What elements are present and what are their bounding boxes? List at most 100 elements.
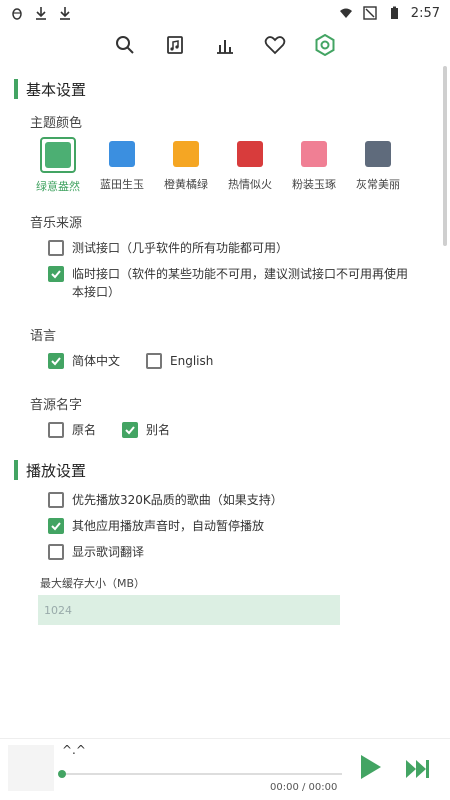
play-icon bbox=[361, 755, 381, 779]
checkbox[interactable] bbox=[48, 544, 64, 560]
section-accent-bar bbox=[14, 79, 18, 99]
theme-option-blue[interactable]: 蓝田生玉 bbox=[90, 137, 154, 194]
theme-swatch-frame bbox=[169, 137, 203, 171]
download-icon bbox=[36, 7, 46, 20]
album-art[interactable] bbox=[8, 745, 54, 791]
language-zh-option[interactable]: 简体中文 bbox=[48, 352, 120, 370]
source-name-original-option[interactable]: 原名 bbox=[48, 421, 96, 439]
option-label: 简体中文 bbox=[72, 354, 121, 368]
source-name-label: 音源名字 bbox=[30, 398, 83, 413]
theme-label: 粉装玉琢 bbox=[292, 178, 336, 191]
auto-pause-option[interactable]: 其他应用播放声音时，自动暂停播放 bbox=[48, 517, 418, 535]
theme-option-red[interactable]: 热情似火 bbox=[218, 137, 282, 194]
basic-settings-header: 基本设置 bbox=[14, 76, 450, 102]
theme-option-gray[interactable]: 灰常美丽 bbox=[346, 137, 410, 194]
check-icon bbox=[51, 270, 61, 279]
mini-player: ^.^ 00:00 / 00:00 bbox=[0, 738, 450, 800]
option-label: 别名 bbox=[146, 423, 171, 437]
language-en-option[interactable]: English bbox=[146, 352, 213, 370]
checkbox-checked[interactable] bbox=[48, 353, 64, 369]
search-icon bbox=[116, 36, 134, 54]
theme-swatch bbox=[173, 141, 199, 167]
source-name-options: 原名 别名 bbox=[48, 421, 450, 439]
theme-swatch bbox=[45, 142, 71, 168]
theme-swatch-frame bbox=[105, 137, 139, 171]
playback-time: 00:00 / 00:00 bbox=[270, 782, 338, 793]
section-title: 基本设置 bbox=[26, 80, 87, 99]
battery-icon bbox=[390, 6, 398, 19]
check-icon bbox=[51, 357, 61, 366]
checkbox-checked[interactable] bbox=[48, 518, 64, 534]
settings-button[interactable] bbox=[312, 32, 338, 58]
settings-icon bbox=[315, 34, 335, 56]
progress-handle[interactable] bbox=[58, 770, 66, 778]
section-title: 播放设置 bbox=[26, 461, 87, 480]
scrollbar[interactable] bbox=[443, 66, 447, 246]
checkbox[interactable] bbox=[48, 422, 64, 438]
progress-bar[interactable] bbox=[62, 773, 342, 775]
theme-swatch bbox=[301, 141, 327, 167]
theme-label: 热情似火 bbox=[228, 178, 272, 191]
checkbox[interactable] bbox=[146, 353, 163, 369]
theme-label: 蓝田生玉 bbox=[100, 178, 144, 191]
theme-swatch-frame bbox=[297, 137, 331, 171]
option-label: 原名 bbox=[72, 423, 97, 437]
source-name-alias-option[interactable]: 别名 bbox=[122, 421, 170, 439]
option-label: 优先播放320K品质的歌曲（如果支持） bbox=[72, 493, 283, 507]
play-320k-option[interactable]: 优先播放320K品质的歌曲（如果支持） bbox=[48, 491, 418, 509]
checkbox[interactable] bbox=[48, 492, 64, 508]
theme-label: 灰常美丽 bbox=[356, 178, 400, 191]
leaderboard-button[interactable] bbox=[212, 32, 238, 58]
theme-swatch-frame bbox=[233, 137, 267, 171]
download-icon bbox=[60, 7, 70, 20]
option-label: 显示歌词翻译 bbox=[72, 545, 145, 559]
option-label: 测试接口（几乎软件的所有功能都可用） bbox=[72, 241, 289, 255]
language-label: 语言 bbox=[30, 329, 57, 344]
checkbox-checked[interactable] bbox=[122, 422, 139, 438]
checkbox-checked[interactable] bbox=[48, 266, 64, 282]
play-settings-header: 播放设置 bbox=[14, 457, 450, 483]
music-source-temp-option[interactable]: 临时接口（软件的某些功能不可用，建议测试接口不可用再使用本接口） bbox=[48, 265, 418, 301]
language-options: 简体中文 English bbox=[48, 352, 450, 370]
option-label: English bbox=[170, 354, 214, 368]
check-icon bbox=[125, 426, 135, 435]
chart-icon bbox=[217, 40, 233, 54]
theme-option-green[interactable]: 绿意盎然 bbox=[26, 137, 90, 194]
theme-swatch-frame bbox=[40, 137, 76, 173]
option-label: 临时接口（软件的某些功能不可用，建议测试接口不可用再使用本接口） bbox=[72, 267, 409, 299]
skip-next-icon bbox=[406, 760, 429, 778]
next-button[interactable] bbox=[404, 757, 432, 781]
music-source-label: 音乐来源 bbox=[30, 216, 83, 231]
theme-label: 橙黄橘绿 bbox=[164, 178, 208, 191]
signal-off-icon bbox=[363, 6, 377, 20]
theme-swatch-frame bbox=[361, 137, 395, 171]
heart-icon bbox=[264, 36, 286, 55]
lyric-translation-option[interactable]: 显示歌词翻译 bbox=[48, 543, 418, 561]
cache-size-label: 最大缓存大小（MB） bbox=[40, 577, 146, 590]
settings-content[interactable]: 基本设置 主题颜色 绿意盎然 蓝田生玉 橙黄橘绿 热情似火 粉装玉琢 灰常美丽 … bbox=[0, 66, 450, 736]
check-icon bbox=[51, 522, 61, 531]
theme-label: 绿意盎然 bbox=[36, 180, 80, 193]
theme-swatch bbox=[109, 141, 135, 167]
option-label: 其他应用播放声音时，自动暂停播放 bbox=[72, 519, 265, 533]
section-accent-bar bbox=[14, 460, 18, 480]
status-bar: 2:57 bbox=[0, 0, 450, 26]
playlist-button[interactable] bbox=[162, 32, 188, 58]
theme-swatch bbox=[365, 141, 391, 167]
track-title: ^.^ bbox=[62, 743, 86, 757]
theme-option-orange[interactable]: 橙黄橘绿 bbox=[154, 137, 218, 194]
top-toolbar bbox=[0, 30, 450, 60]
music-file-icon bbox=[167, 36, 183, 54]
play-button[interactable] bbox=[356, 753, 384, 781]
wifi-icon bbox=[339, 8, 352, 18]
status-time: 2:57 bbox=[410, 5, 440, 21]
music-source-test-option[interactable]: 测试接口（几乎软件的所有功能都可用） bbox=[48, 239, 418, 257]
checkbox[interactable] bbox=[48, 240, 64, 256]
theme-color-label: 主题颜色 bbox=[30, 116, 83, 131]
favorites-button[interactable] bbox=[262, 32, 288, 58]
theme-list: 绿意盎然 蓝田生玉 橙黄橘绿 热情似火 粉装玉琢 灰常美丽 bbox=[0, 137, 420, 202]
theme-option-pink[interactable]: 粉装玉琢 bbox=[282, 137, 346, 194]
search-button[interactable] bbox=[112, 32, 138, 58]
theme-swatch bbox=[237, 141, 263, 167]
cache-size-input[interactable]: 1024 bbox=[38, 595, 340, 625]
